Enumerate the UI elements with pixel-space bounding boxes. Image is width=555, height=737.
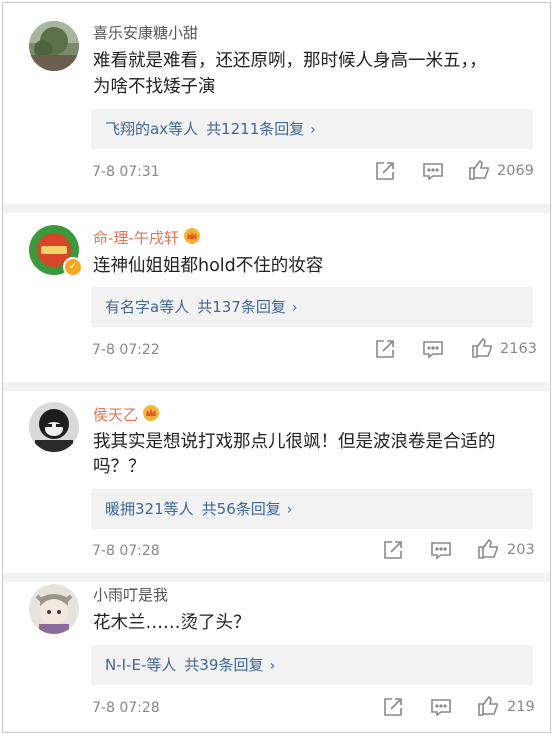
like-icon[interactable] [477,695,499,717]
verified-badge-icon: ✓ [63,257,83,277]
reply-etc: 等人 [146,656,177,674]
timestamp: 7-8 07:28 [92,543,160,559]
avatar[interactable] [29,21,79,71]
comment-icon[interactable] [422,338,444,360]
comment-text-line: 花木兰……烫了头？ [93,613,251,633]
like-icon[interactable] [477,538,499,560]
crown-badge-icon [142,404,160,422]
reply-count[interactable]: 共137条回复 [197,298,286,316]
share-icon[interactable] [374,160,396,182]
chevron-right-icon: › [291,300,298,316]
chevron-right-icon: › [310,122,316,138]
username[interactable]: 侯天乙 [93,404,160,425]
reply-etc: 等人 [168,120,199,138]
reply-etc: 等人 [159,298,190,316]
comment-icon[interactable] [430,539,452,561]
share-icon[interactable] [382,539,404,561]
crown-badge-icon [183,227,201,245]
reply-count[interactable]: 共39条回复 [184,656,263,674]
reply-user[interactable]: N-I-E- [105,656,146,674]
reply-preview[interactable]: 飞翔的ax等人 共1211条回复 › [91,109,533,149]
comment-text-line: 我其实是想说打戏那点儿很飒！但是波浪卷是合适的 [93,432,496,452]
timestamp: 7-8 07:31 [92,164,160,180]
like-icon[interactable] [468,159,490,181]
separator [3,382,550,391]
chevron-right-icon: › [269,658,276,674]
reply-count[interactable]: 共1211条回复 [206,120,304,138]
reply-etc: 等人 [163,500,194,518]
comment-text-line: 吗？？ [93,457,146,477]
chevron-right-icon: › [286,502,293,518]
comment-icon[interactable] [430,696,452,718]
like-count: 219 [507,699,535,715]
share-icon[interactable] [382,696,404,718]
avatar[interactable] [29,402,79,452]
reply-preview[interactable]: N-I-E-等人 共39条回复 › [91,645,533,685]
separator [3,204,550,213]
comment-text-line: 连神仙姐姐都hold不住的妆容 [93,256,324,276]
like-count: 203 [507,542,535,558]
comment-icon[interactable] [422,160,444,182]
username[interactable]: 命-理-午戌轩 [93,227,201,248]
comment-text-line: 难看就是难看，还还原咧，那时候人身高一米五，， [93,51,487,71]
timestamp: 7-8 07:28 [92,700,160,716]
timestamp: 7-8 07:22 [92,342,160,358]
separator [3,573,550,582]
reply-preview[interactable]: 有名字a等人 共137条回复 › [91,287,533,327]
like-icon[interactable] [471,337,493,359]
like-count: 2163 [500,341,537,357]
username[interactable]: 喜乐安康糖小甜 [93,23,198,43]
reply-count[interactable]: 共56条回复 [202,500,281,518]
reply-user[interactable]: 有名字a [105,298,159,316]
comment-text-line: 为啥不找矮子演 [93,77,216,97]
share-icon[interactable] [374,338,396,360]
reply-preview[interactable]: 暖拥321等人 共56条回复 › [91,489,533,529]
reply-user[interactable]: 暖拥321 [105,500,164,518]
username[interactable]: 小雨叮是我 [93,585,168,605]
avatar[interactable] [29,584,79,634]
like-count: 2069 [497,163,534,179]
reply-user[interactable]: 飞翔的ax [105,120,168,138]
